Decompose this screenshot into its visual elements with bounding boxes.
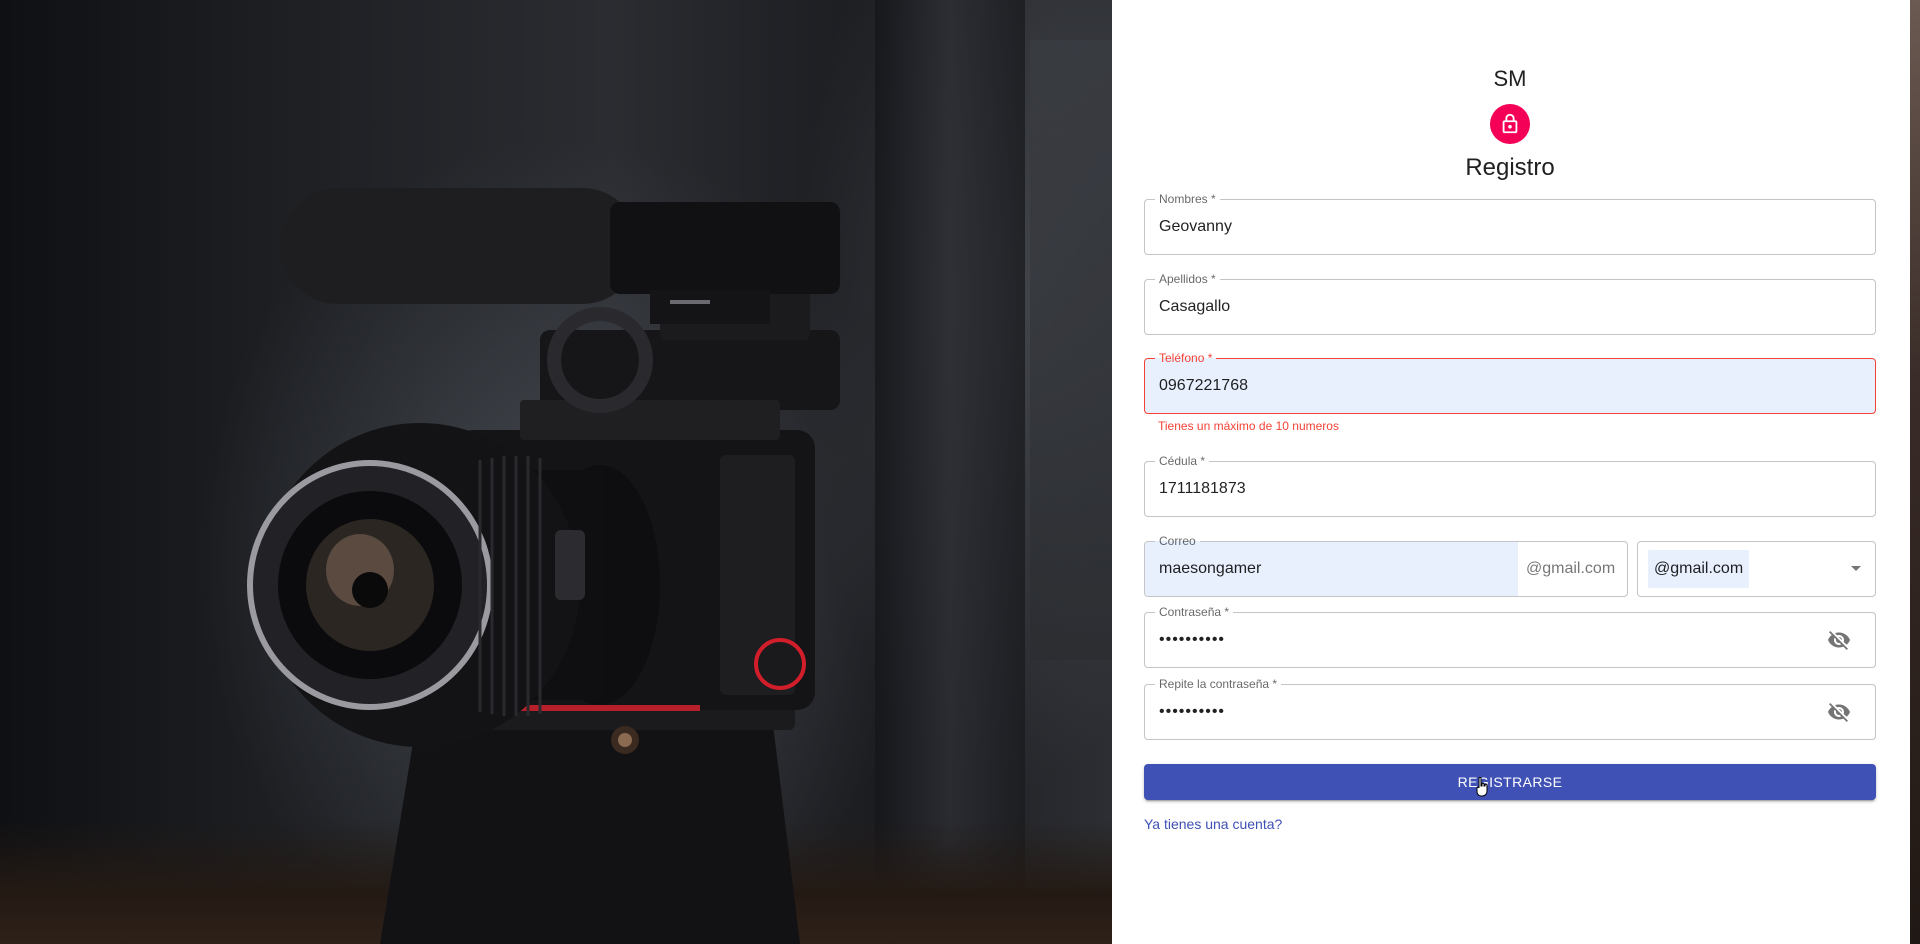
cedula-value[interactable]: 1711181873 — [1159, 462, 1246, 516]
window-edge — [1910, 0, 1920, 944]
password-field[interactable]: Contraseña * •••••••••• — [1144, 605, 1876, 668]
correo-suffix: @gmail.com — [1526, 560, 1616, 577]
repeat-password-value[interactable]: •••••••••• — [1159, 685, 1225, 739]
lock-outline-icon — [1502, 113, 1518, 134]
hand-cursor-icon — [1476, 777, 1488, 797]
page-title: Registro — [1465, 154, 1555, 181]
cedula-field[interactable]: Cédula * 1711181873 — [1144, 454, 1876, 517]
hero-camera-image — [0, 0, 1112, 944]
lock-avatar — [1490, 104, 1530, 144]
repeat-password-field[interactable]: Repite la contraseña * •••••••••• — [1144, 677, 1876, 740]
register-panel: SM Registro Nombres * Geovanny Apellidos… — [1112, 0, 1920, 944]
nombres-field[interactable]: Nombres * Geovanny — [1144, 192, 1876, 255]
domain-selected-value: @gmail.com — [1648, 550, 1750, 588]
arrow-drop-down-icon[interactable] — [1851, 566, 1861, 571]
visibility-off-icon[interactable] — [1827, 628, 1851, 652]
telefono-field[interactable]: Teléfono * 0967221768 — [1144, 351, 1876, 414]
domain-select[interactable]: @gmail.com — [1637, 541, 1876, 597]
apellidos-field[interactable]: Apellidos * Casagallo — [1144, 272, 1876, 335]
telefono-value[interactable]: 0967221768 — [1159, 359, 1248, 413]
camera-illustration — [247, 188, 840, 944]
telefono-error-text: Tienes un máximo de 10 numeros — [1158, 419, 1339, 433]
register-button[interactable]: REGISTRARSE — [1144, 764, 1876, 800]
apellidos-value[interactable]: Casagallo — [1159, 280, 1230, 334]
brand-logo-text: SM — [1493, 66, 1527, 91]
nombres-value[interactable]: Geovanny — [1159, 200, 1232, 254]
password-value[interactable]: •••••••••• — [1159, 613, 1225, 667]
visibility-off-icon[interactable] — [1827, 700, 1851, 724]
correo-field[interactable]: Correo maesongamer @gmail.com — [1144, 534, 1628, 597]
login-link[interactable]: Ya tienes una cuenta? — [1144, 816, 1282, 832]
correo-value[interactable]: maesongamer — [1159, 542, 1261, 596]
